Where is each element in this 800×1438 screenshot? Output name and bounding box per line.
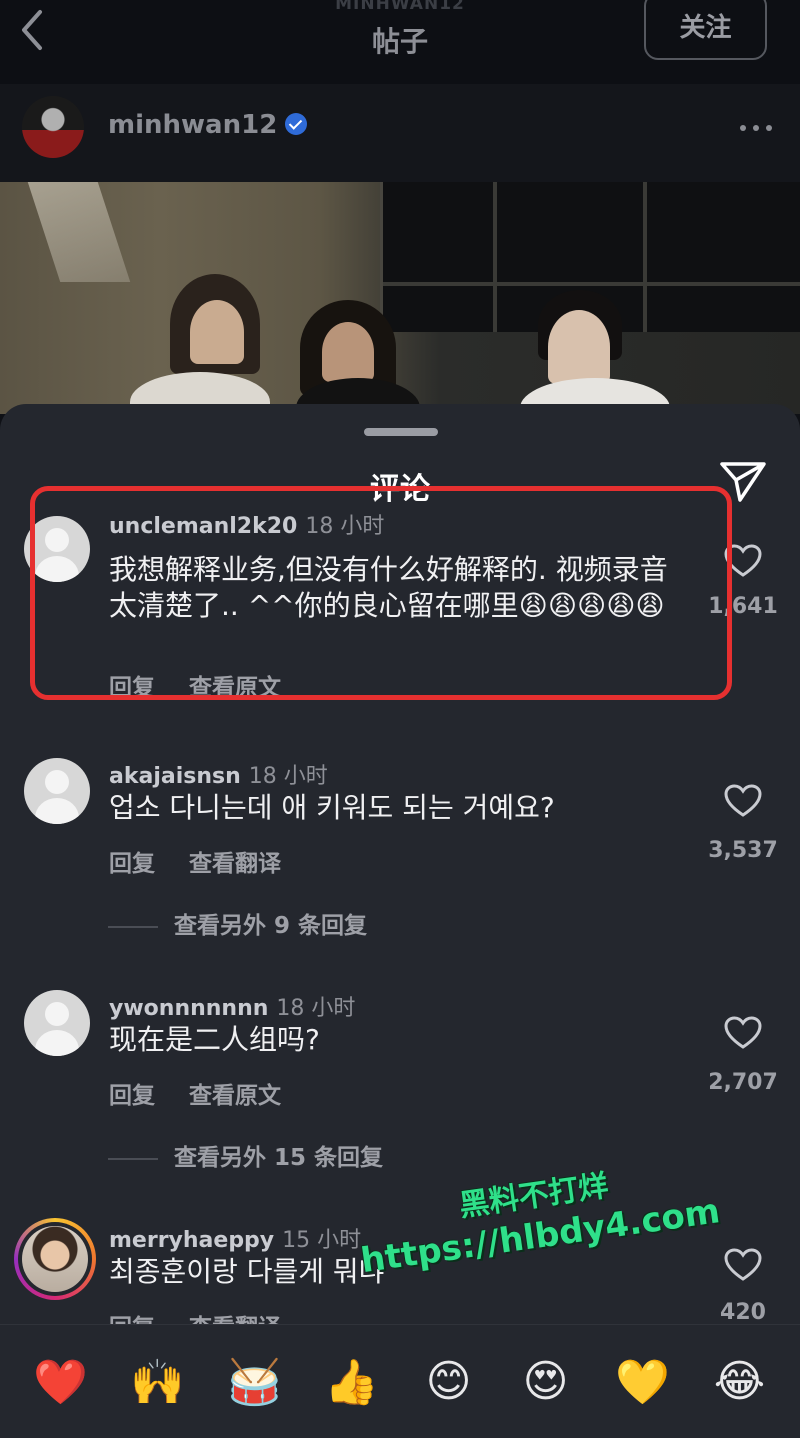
wall-light [27, 182, 131, 282]
more-replies-label: 查看另外 9 条回复 [174, 913, 368, 939]
share-button[interactable] [718, 458, 770, 504]
emoji-thumbs-up-button[interactable]: 👍 [322, 1352, 382, 1412]
avatar[interactable] [24, 990, 90, 1056]
top-bar: MINHWAN12 帖子 关注 [0, 0, 800, 84]
emoji-heart-button[interactable]: ❤️ [31, 1352, 91, 1412]
like-count: 420 [720, 1300, 766, 1325]
more-horizontal-icon [740, 125, 772, 131]
person-left-face [190, 300, 244, 364]
comment-actions: 回复 查看原文 [109, 1076, 315, 1110]
comment-username[interactable]: unclemanl2k20 [109, 514, 297, 539]
avatar[interactable] [24, 758, 90, 824]
avatar[interactable] [22, 96, 84, 158]
comment-time: 15 小时 [282, 1228, 362, 1253]
avatar-photo [22, 1226, 88, 1292]
comment-text: 업소 다니는데 애 키워도 되는 거예요? [109, 791, 555, 824]
reply-button[interactable]: 回复 [109, 851, 155, 877]
comment-text: 我想解释业务,但没有什么好解释的. 视频录音太清楚了.. ^^你的良心留在哪里😩… [109, 553, 668, 622]
follow-button[interactable]: 关注 [644, 0, 767, 60]
comments-sheet: 评论 unclemanl2k20 18 小时 我想解释业务,但没有什么好解释的. … [0, 404, 800, 1438]
comment-actions: 回复 查看原文 [109, 668, 315, 702]
username-label: minhwan12 [108, 110, 278, 140]
comment-actions: 回复 查看翻译 [109, 844, 315, 878]
post-image [0, 182, 800, 414]
comment-header: merryhaeppy 15 小时 [109, 1222, 361, 1254]
verified-badge-icon [285, 113, 308, 135]
like-count: 2,707 [708, 1070, 778, 1095]
post-username[interactable]: minhwan12 [108, 110, 308, 140]
comment-text: 现在是二人组吗? [109, 1023, 320, 1056]
avatar[interactable] [14, 1218, 96, 1300]
avatar-ring [18, 1222, 92, 1296]
like-button[interactable] [724, 784, 762, 818]
like-button[interactable] [724, 1016, 762, 1050]
comment-username[interactable]: ywonnnnnnn [109, 996, 268, 1021]
comment-username[interactable]: akajaisnsn [109, 764, 241, 789]
reply-button[interactable]: 回复 [109, 1083, 155, 1109]
translate-button[interactable]: 查看原文 [189, 675, 281, 701]
emoji-yellow-heart-button[interactable]: 💛 [613, 1352, 673, 1412]
post-header: minhwan12 [0, 84, 800, 182]
send-icon [720, 462, 766, 502]
quick-emoji-bar: ❤️ 🙌 🥁 👍 😊 😍 💛 😂 [0, 1324, 800, 1438]
person-middle-face [322, 322, 374, 382]
like-button[interactable] [724, 544, 762, 578]
reply-button[interactable]: 回复 [109, 675, 155, 701]
emoji-laughing-button[interactable]: 😂 [710, 1352, 770, 1412]
person-right-face [548, 310, 610, 384]
heart-icon [724, 544, 762, 577]
divider [108, 1157, 158, 1160]
like-count: 3,537 [708, 838, 778, 863]
comment-time: 18 小时 [276, 996, 356, 1021]
comment-username[interactable]: merryhaeppy [109, 1228, 274, 1253]
divider [108, 925, 158, 928]
heart-icon [724, 1248, 762, 1281]
like-button[interactable] [724, 1248, 762, 1282]
comments-title: 评论 [370, 472, 430, 507]
avatar[interactable] [24, 516, 90, 582]
heart-icon [724, 784, 762, 817]
view-more-replies-button[interactable]: 查看另外 9 条回复 [108, 906, 367, 940]
emoji-raised-hands-button[interactable]: 🙌 [128, 1352, 188, 1412]
emoji-heart-eyes-button[interactable]: 😍 [516, 1352, 576, 1412]
comment-time: 18 小时 [248, 764, 328, 789]
translate-button[interactable]: 查看翻译 [189, 851, 281, 877]
comment-header: ywonnnnnnn 18 小时 [109, 990, 355, 1022]
heart-icon [724, 1016, 762, 1049]
comment-text: 최종훈이랑 다를게 뭐냐 [109, 1255, 385, 1288]
comment-header: akajaisnsn 18 小时 [109, 758, 328, 790]
comment-time: 18 小时 [305, 514, 385, 539]
view-more-replies-button[interactable]: 查看另外 15 条回复 [108, 1138, 383, 1172]
more-replies-label: 查看另外 15 条回复 [174, 1145, 384, 1171]
drag-handle[interactable] [364, 428, 438, 436]
emoji-drum-button[interactable]: 🥁 [225, 1352, 285, 1412]
more-options-button[interactable] [738, 116, 774, 140]
emoji-smile-button[interactable]: 😊 [419, 1352, 479, 1412]
translate-button[interactable]: 查看原文 [189, 1083, 281, 1109]
like-count: 1,641 [708, 594, 778, 619]
comment-header: unclemanl2k20 18 小时 [109, 508, 384, 540]
